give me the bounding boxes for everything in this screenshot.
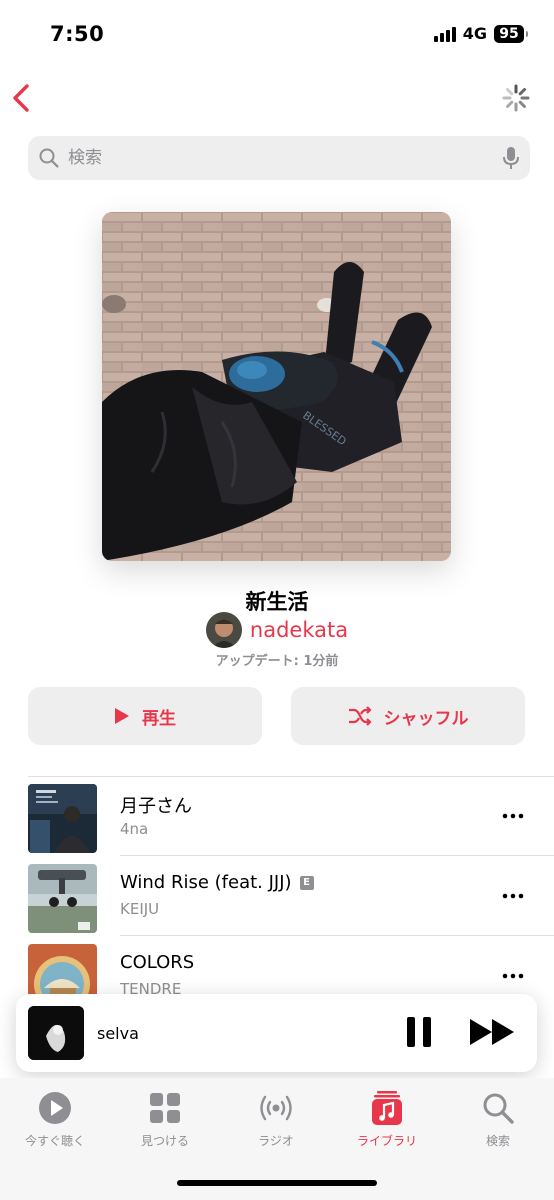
track-title: Wind Rise (feat. JJJ) [120,872,292,893]
battery-icon: 95 [494,24,528,43]
shuffle-button[interactable]: シャッフル [291,687,525,745]
avatar [205,612,242,648]
more-options-icon[interactable] [502,968,524,984]
more-options-icon[interactable] [502,888,524,904]
track-artwork [28,784,97,853]
radio-waves-icon [260,1095,292,1121]
status-time: 7:50 [50,22,105,46]
grid-icon [150,1093,180,1123]
loading-spinner-icon [502,84,530,112]
playlist-owner[interactable]: nadekata [0,612,554,648]
search-icon [39,148,59,168]
tab-label: ライブラリ [356,1134,417,1148]
search-bar[interactable] [28,136,530,180]
explicit-badge: E [299,875,314,890]
tab-radio[interactable]: ラジオ [226,1090,326,1149]
track-row[interactable]: 月子さん 4na [0,776,554,856]
track-title: 月子さん [120,796,192,817]
tab-search[interactable]: 検索 [448,1090,548,1149]
play-button-label: 再生 [142,708,176,729]
network-type: 4G [462,24,487,43]
tab-browse[interactable]: 見つける [115,1090,215,1149]
track-row[interactable]: Wind Rise (feat. JJJ) E KEIJU [0,856,554,936]
microphone-icon[interactable] [502,146,520,170]
tab-label: 見つける [140,1134,189,1148]
track-artwork [28,864,97,933]
playlist-updated-time: アップデート: 1分前 [215,654,339,669]
search-input[interactable] [68,148,502,168]
back-button[interactable] [10,82,34,114]
now-playing-title: selva [97,1024,139,1043]
cellular-signal-icon [433,26,456,42]
tab-label: ラジオ [258,1134,294,1148]
owner-name[interactable]: nadekata [250,618,348,642]
track-title: COLORS [120,952,195,973]
mini-player[interactable]: selva [16,994,537,1072]
music-library-icon [372,1091,402,1125]
playlist-artwork: BLESSED [102,212,451,561]
play-icon [115,708,129,724]
now-playing-artwork [28,1006,84,1060]
status-bar: 7:50 4G 95 [0,0,554,70]
pause-icon[interactable] [404,1014,434,1050]
home-indicator [177,1180,377,1186]
play-button[interactable]: 再生 [28,687,262,745]
search-icon [483,1093,514,1124]
tab-label: 検索 [485,1134,510,1148]
more-options-icon[interactable] [502,808,524,824]
tab-listen-now[interactable]: 今すぐ聴く [5,1090,105,1149]
tab-library[interactable]: ライブラリ [337,1090,437,1149]
track-artist: 4na [120,820,149,838]
status-indicators: 4G 95 [433,24,528,43]
track-artist: KEIJU [120,900,160,918]
next-track-icon[interactable] [468,1016,516,1048]
chevron-left-icon [13,84,29,112]
shuffle-icon [348,706,372,726]
play-circle-icon [39,1092,71,1124]
tab-label: 今すぐ聴く [24,1134,85,1148]
shuffle-button-label: シャッフル [383,708,469,729]
